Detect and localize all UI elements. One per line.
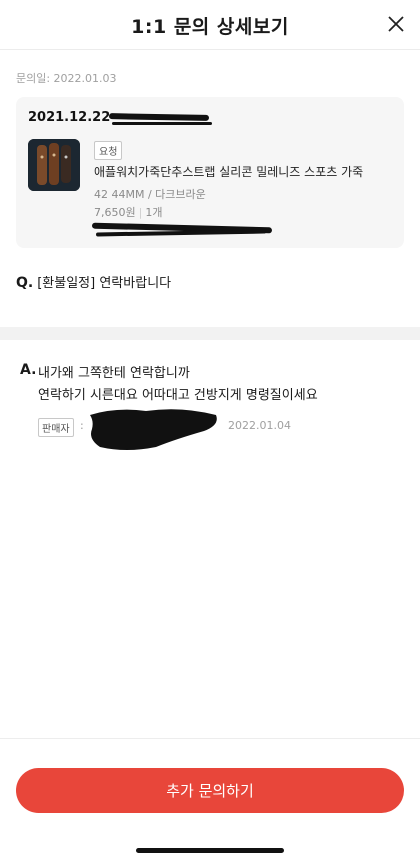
page-title: 1:1 문의 상세보기 <box>131 16 289 38</box>
product-option: 42 44MM / 다크브라운 <box>94 188 206 201</box>
header: 1:1 문의 상세보기 <box>0 0 420 50</box>
order-card: 2021.12.22 요청 애플워치가죽단추스트랩 실리콘 밀레니즈 스포츠 가… <box>16 97 404 248</box>
product-quantity: 1개 <box>145 206 163 219</box>
seller-colon: : <box>80 419 84 432</box>
redaction-mark <box>108 113 210 121</box>
seller-badge: 판매자 <box>38 418 74 437</box>
product-thumbnail[interactable] <box>28 139 80 191</box>
close-icon[interactable] <box>386 14 406 34</box>
question-mark: Q. <box>16 275 34 291</box>
product-price-row: 7,650원 | 1개 <box>94 204 162 220</box>
footer-divider <box>0 738 420 739</box>
add-inquiry-button-label: 추가 문의하기 <box>166 782 254 800</box>
answer-text-line2: 연락하기 시른대요 어따대고 건방지게 명령질이세요 <box>38 388 318 403</box>
home-indicator <box>136 848 284 853</box>
product-name[interactable]: 애플워치가죽단추스트랩 실리콘 밀레니즈 스포츠 가죽 <box>94 163 363 180</box>
redaction-mark <box>112 122 212 125</box>
answer-mark: A. <box>20 362 37 378</box>
section-divider <box>0 327 420 340</box>
status-badge: 요청 <box>94 141 123 160</box>
answer-text-line1: 내가왜 그쪽한테 연락합니까 <box>38 366 190 381</box>
question: Q. [환불일정] 연락바랍니다 <box>16 272 171 291</box>
answer-date: 2022.01.04 <box>228 419 291 432</box>
redaction-mark <box>95 229 267 237</box>
inquiry-date: 문의일: 2022.01.03 <box>16 72 117 85</box>
order-date: 2021.12.22 <box>28 110 111 125</box>
question-text: [환불일정] 연락바랍니다 <box>37 276 172 291</box>
price-separator: | <box>138 206 143 219</box>
add-inquiry-button[interactable]: 추가 문의하기 <box>16 768 404 813</box>
seller-name-redaction <box>90 409 217 450</box>
product-price: 7,650원 <box>94 206 136 219</box>
